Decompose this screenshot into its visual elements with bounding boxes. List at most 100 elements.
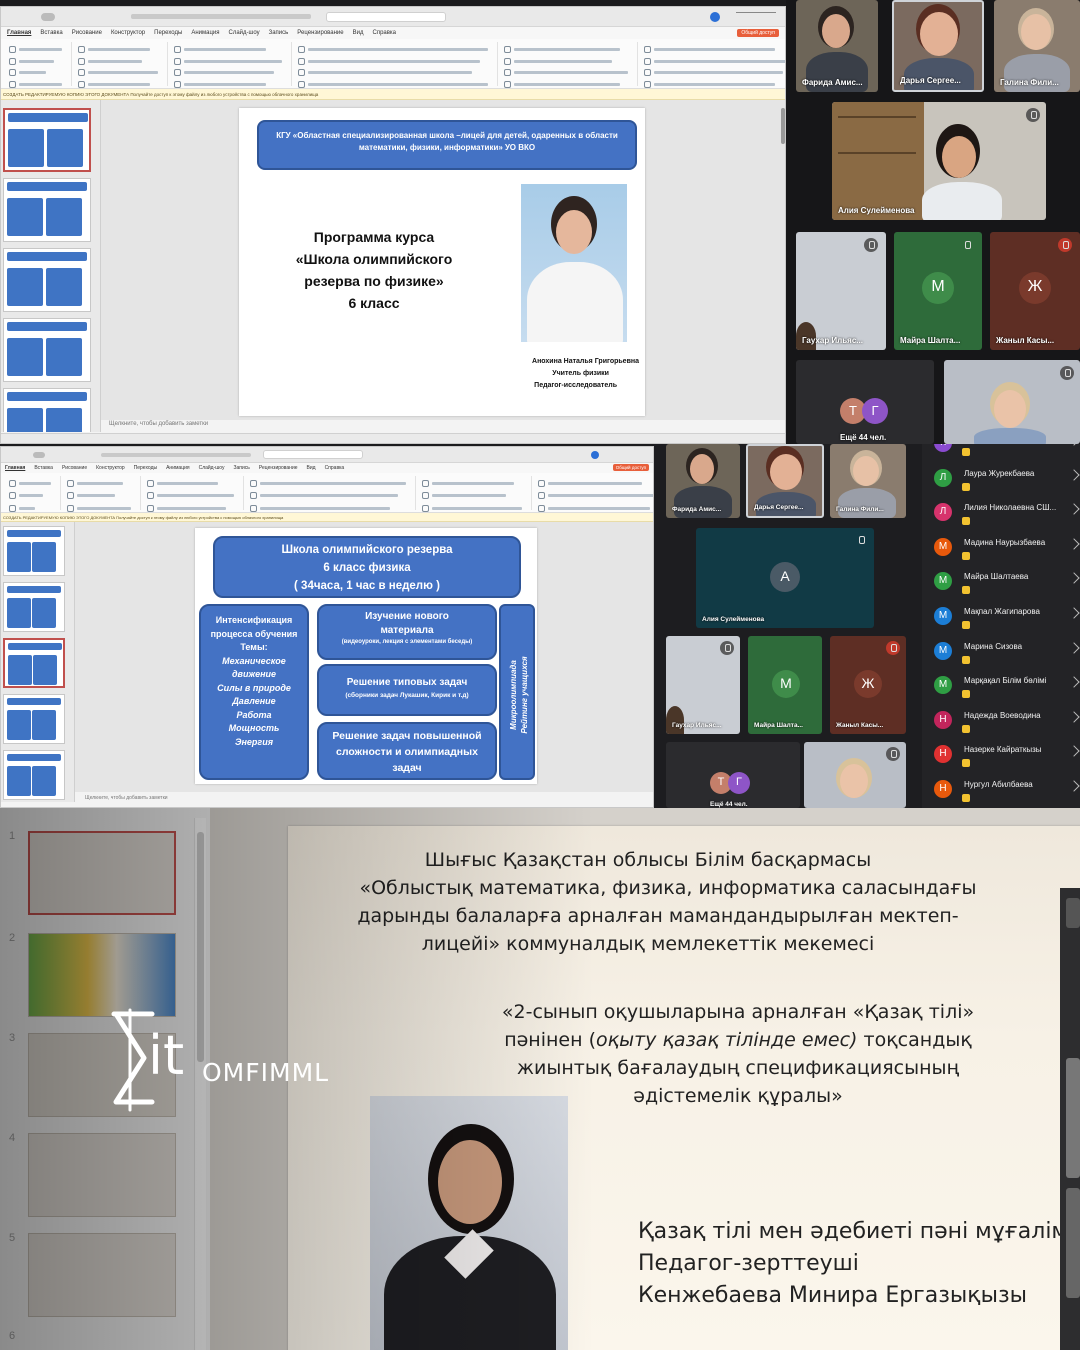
ribbon-tool-icon[interactable] [504,69,511,76]
slide-thumbnail[interactable] [3,388,91,432]
ribbon-tool-icon[interactable] [78,80,85,88]
notes-placeholder[interactable]: Щелкните, чтобы добавить заметки [85,795,168,801]
slide-thumbnail[interactable] [28,1233,176,1317]
slide-thumbnail[interactable] [3,178,91,242]
video-tile[interactable] [944,360,1080,444]
ribbon-tab[interactable]: Главная [7,27,31,39]
slide-thumbnail[interactable] [3,248,91,312]
ribbon-tool-icon[interactable] [250,492,257,500]
video-tile-active-speaker[interactable]: Дарья Сергее... [746,444,824,518]
ribbon-tool-icon[interactable] [9,80,16,88]
ribbon-tool-icon[interactable] [147,480,154,487]
ribbon-tool-icon[interactable] [9,480,16,487]
ribbon-tab[interactable]: Вставка [40,27,62,39]
participant-row[interactable]: Н Надежда Воеводина [922,705,1080,739]
slide-thumbnail[interactable] [3,750,65,800]
ribbon-tool-icon[interactable] [67,480,74,487]
participant-row[interactable]: М Марина Сизова [922,636,1080,670]
ribbon-tool-icon[interactable] [504,80,511,88]
chevron-right-icon[interactable] [1068,641,1080,654]
notes-placeholder[interactable]: Щелкните, чтобы добавить заметки [109,421,208,427]
participant-row[interactable]: М Мадина Наурызбаева [922,532,1080,566]
share-button[interactable]: Общий доступ [612,464,649,471]
chevron-right-icon[interactable] [1068,607,1080,619]
slide-thumbnail[interactable] [28,831,176,915]
ribbon-tool-icon[interactable] [78,57,85,65]
ribbon-tool-icon[interactable] [422,480,429,487]
slide-thumbnail[interactable] [3,108,91,172]
video-tile[interactable]: М Майра Шалта... [894,232,982,350]
chevron-right-icon[interactable] [1068,468,1080,481]
video-tile[interactable]: Гаухар Ильяс... [796,232,886,350]
participant-row[interactable]: М Мақпал Жагипарова [922,601,1080,635]
video-tile[interactable]: Галина Фили... [830,444,906,518]
ribbon-tab[interactable]: Справка [372,27,396,39]
ribbon-tab[interactable]: Вид [353,27,364,39]
ribbon-tool-icon[interactable] [78,46,85,53]
ribbon-tool-icon[interactable] [174,46,181,53]
ribbon-tab[interactable]: Рецензирование [297,27,343,39]
chevron-right-icon[interactable] [1068,538,1080,550]
ribbon-tab[interactable]: Переходы [134,463,157,473]
video-tile[interactable]: Алия Сулейменова [832,102,1046,220]
ribbon-tab[interactable]: Конструктор [96,463,125,473]
ribbon-tab[interactable]: Слайд-шоу [199,463,225,473]
ribbon-tool-icon[interactable] [298,57,305,65]
ribbon-tool-icon[interactable] [250,504,257,512]
avatar[interactable] [591,451,599,459]
ribbon-tool-icon[interactable] [538,480,545,487]
video-tile[interactable]: Ж Жаныл Касы... [830,636,906,734]
participant-row[interactable]: Н Назерке Кайраткызы [922,739,1080,773]
search-box[interactable] [326,12,446,22]
ribbon-tool-icon[interactable] [644,80,651,88]
ribbon-tool-icon[interactable] [250,480,257,487]
ribbon-tool-icon[interactable] [9,69,16,76]
more-participants-tile[interactable]: Т Г Ещё 44 чел. [666,742,800,808]
slide-thumbnail[interactable] [3,638,65,688]
participant-row[interactable]: Н Нургул Абилбаева [922,774,1080,808]
ribbon-tab[interactable]: Рецензирование [259,463,298,473]
avatar[interactable] [710,12,720,22]
ribbon-tool-icon[interactable] [78,69,85,76]
ribbon-tab[interactable]: Вставка [34,463,53,473]
participant-row[interactable]: М Марқақал Білім бөлімі [922,670,1080,704]
top-slide-thumbnails[interactable] [1,100,101,432]
chevron-right-icon[interactable] [1068,572,1080,585]
ribbon-tab[interactable]: Анимация [191,27,219,39]
share-button[interactable]: Общий доступ [737,29,779,37]
ribbon-tool-icon[interactable] [422,504,429,512]
ribbon-tab[interactable]: Рисование [72,27,102,39]
ribbon-tool-icon[interactable] [147,504,154,512]
video-tile[interactable]: Галина Фили... [994,0,1080,92]
video-tile[interactable]: Гаухар Ильяс... [666,636,740,734]
video-tile-active-speaker[interactable]: Дарья Сергее... [892,0,984,92]
video-tile[interactable]: Фарида Амис... [796,0,878,92]
chevron-right-icon[interactable] [1068,444,1080,446]
ribbon-tab[interactable]: Главная [5,463,25,473]
slide-thumbnail[interactable] [28,933,176,1017]
ribbon-tab[interactable]: Переходы [154,27,182,39]
ribbon-tool-icon[interactable] [9,46,16,53]
ribbon-tool-icon[interactable] [644,46,651,53]
slide-thumbnail[interactable] [3,318,91,382]
ribbon-tool-icon[interactable] [67,504,74,512]
ribbon-tool-icon[interactable] [174,69,181,76]
participant-row[interactable]: М Майра Шалтаева [922,566,1080,600]
more-participants-tile[interactable]: Т Г Ещё 44 чел. [796,360,934,444]
ribbon-tool-icon[interactable] [298,69,305,76]
ribbon-tab[interactable]: Рисование [62,463,87,473]
chevron-right-icon[interactable] [1068,711,1080,723]
chevron-right-icon[interactable] [1068,503,1080,515]
ribbon-tab[interactable]: Запись [269,27,289,39]
slide-thumbnail[interactable] [3,526,65,576]
ribbon-tab[interactable]: Справка [325,463,345,473]
chevron-right-icon[interactable] [1068,780,1080,792]
ribbon-tool-icon[interactable] [538,492,545,500]
ribbon-tool-icon[interactable] [174,80,181,88]
participant-row[interactable]: К [922,444,1080,462]
video-tile[interactable]: Ж Жаныл Касы... [990,232,1080,350]
window-controls[interactable] [736,12,776,20]
slide-thumbnail[interactable] [3,694,65,744]
ribbon-tool-icon[interactable] [504,57,511,65]
ribbon-tool-icon[interactable] [9,504,16,512]
